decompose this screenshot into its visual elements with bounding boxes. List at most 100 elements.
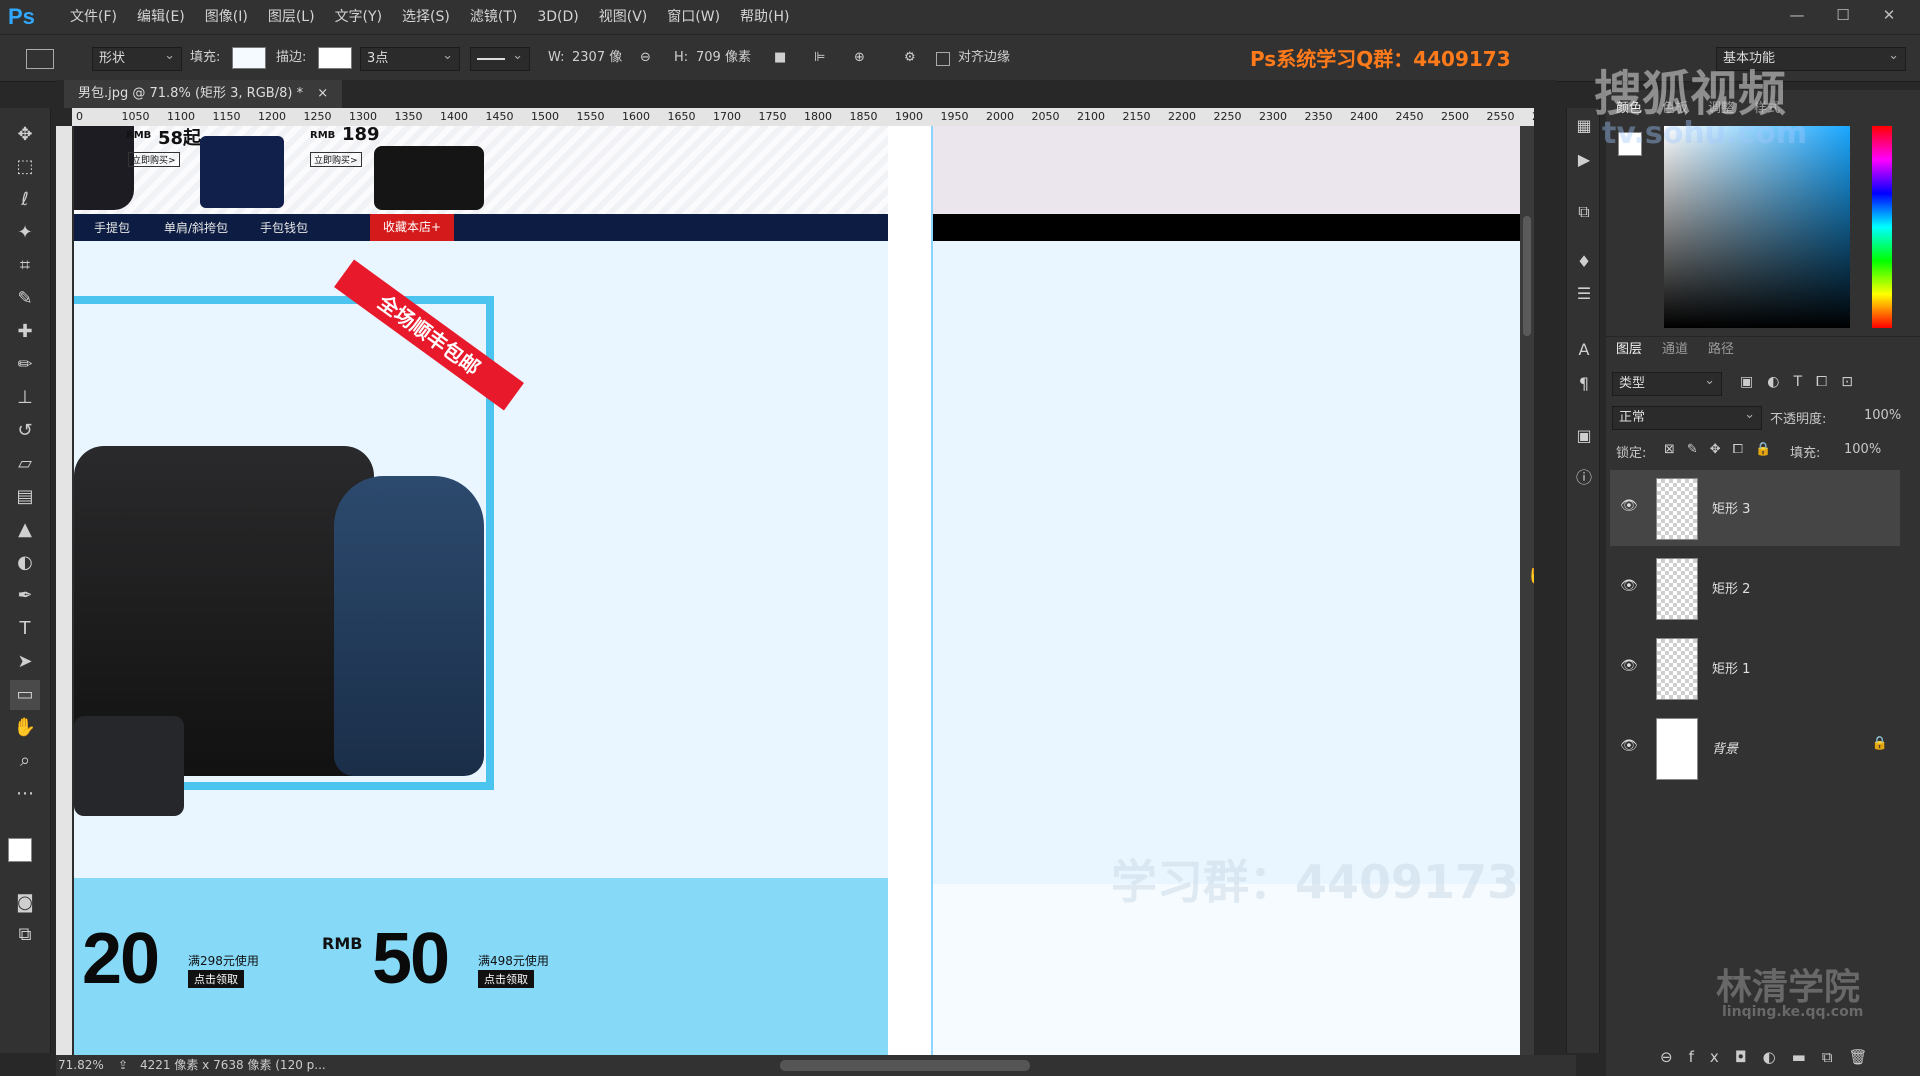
- character-panel-icon[interactable]: A: [1573, 340, 1595, 362]
- quick-mask-icon[interactable]: ◙: [10, 888, 40, 918]
- eyedropper-tool-icon[interactable]: ✎: [10, 284, 40, 314]
- tab-channels[interactable]: 通道: [1652, 337, 1698, 363]
- stroke-swatch[interactable]: [318, 47, 352, 69]
- magic-wand-tool-icon[interactable]: ✦: [10, 218, 40, 248]
- menu-type[interactable]: 文字(Y): [325, 0, 392, 34]
- menu-view[interactable]: 视图(V): [589, 0, 658, 34]
- menu-edit[interactable]: 编辑(E): [127, 0, 195, 34]
- close-tab-icon[interactable]: ×: [317, 86, 328, 101]
- path-operations-icon[interactable]: ■: [774, 47, 786, 69]
- align-edges-checkbox[interactable]: [936, 52, 950, 66]
- layer-name[interactable]: 矩形 1: [1712, 658, 1750, 677]
- layer-comps-icon[interactable]: ▣: [1573, 426, 1595, 448]
- path-arrangement-icon[interactable]: ⊕: [854, 47, 865, 69]
- share-icon[interactable]: ⇪: [118, 1055, 128, 1076]
- layer-row-rectangle-3[interactable]: 👁 矩形 3: [1610, 470, 1900, 546]
- more-tools-icon[interactable]: ⋯: [10, 779, 40, 809]
- menu-filter[interactable]: 滤镜(T): [460, 0, 527, 34]
- type-tool-icon[interactable]: T: [10, 614, 40, 644]
- stroke-style-select[interactable]: [470, 45, 530, 71]
- brush-presets-icon[interactable]: ♦: [1573, 252, 1595, 274]
- screen-mode-icon[interactable]: ⧉: [10, 920, 40, 950]
- zoom-level[interactable]: 71.82%: [58, 1055, 104, 1076]
- pen-tool-icon[interactable]: ✒: [10, 581, 40, 611]
- foreground-color-swatch[interactable]: [8, 838, 32, 862]
- canvas-area[interactable]: RMB 58起 立即购买> RMB 189 立即购买> 手提包 单肩/斜挎包 手…: [72, 126, 1534, 1055]
- visibility-eye-icon[interactable]: 👁: [1620, 498, 1638, 514]
- visibility-eye-icon[interactable]: 👁: [1620, 738, 1638, 754]
- stroke-size-select[interactable]: 3点: [360, 45, 460, 71]
- menu-layer[interactable]: 图层(L): [258, 0, 325, 34]
- layer-row-background[interactable]: 👁 背景 🔒: [1610, 710, 1900, 786]
- healing-brush-tool-icon[interactable]: ✚: [10, 317, 40, 347]
- vertical-scroll-thumb[interactable]: [1523, 216, 1531, 336]
- info-panel-icon[interactable]: ⓘ: [1573, 464, 1595, 487]
- brush-tool-icon[interactable]: ✏: [10, 350, 40, 380]
- dodge-tool-icon[interactable]: ◐: [10, 548, 40, 578]
- layer-filter-icons[interactable]: ▣◐T⧠⊡: [1740, 374, 1867, 390]
- layer-lock-icon[interactable]: 🔒: [1872, 736, 1888, 751]
- history-panel-icon[interactable]: ▦: [1573, 116, 1595, 138]
- visibility-eye-icon[interactable]: 👁: [1620, 578, 1638, 594]
- layer-name[interactable]: 背景: [1712, 738, 1738, 757]
- tab-paths[interactable]: 路径: [1698, 337, 1744, 363]
- path-selection-tool-icon[interactable]: ➤: [10, 647, 40, 677]
- history-brush-tool-icon[interactable]: ↺: [10, 416, 40, 446]
- link-icon[interactable]: ⊖: [640, 47, 651, 69]
- paragraph-panel-icon[interactable]: ¶: [1573, 374, 1595, 396]
- fill-swatch[interactable]: [232, 47, 266, 69]
- close-button[interactable]: ✕: [1866, 0, 1912, 34]
- layer-name[interactable]: 矩形 3: [1712, 498, 1750, 517]
- path-alignment-icon[interactable]: ⊫: [814, 47, 825, 69]
- opacity-input[interactable]: 100%: [1864, 408, 1901, 423]
- adjustments-icon[interactable]: ☰: [1573, 284, 1595, 306]
- clone-source-icon[interactable]: ⧉: [1573, 202, 1595, 224]
- vertical-scrollbar[interactable]: [1520, 126, 1534, 1055]
- fill-input[interactable]: 100%: [1844, 442, 1881, 457]
- horizontal-scroll-thumb[interactable]: [780, 1060, 1030, 1071]
- document-info[interactable]: 4221 像素 x 7638 像素 (120 p...: [140, 1055, 326, 1076]
- lock-icons[interactable]: ⊠✎✥⧠🔒: [1664, 442, 1783, 457]
- layer-name[interactable]: 矩形 2: [1712, 578, 1750, 597]
- eraser-tool-icon[interactable]: ▱: [10, 449, 40, 479]
- rectangle-tool-icon[interactable]: ▭: [10, 680, 40, 710]
- layer-action-icons[interactable]: ⊖fx◘◐▬⧉🗑: [1660, 1048, 1884, 1066]
- gear-icon[interactable]: ⚙: [904, 47, 916, 69]
- layer-row-rectangle-2[interactable]: 👁 矩形 2: [1610, 550, 1900, 626]
- menu-file[interactable]: 文件(F): [60, 0, 127, 34]
- menu-window[interactable]: 窗口(W): [657, 0, 730, 34]
- actions-play-icon[interactable]: ▶: [1573, 150, 1595, 172]
- move-tool-icon[interactable]: ✥: [10, 120, 40, 150]
- minimize-button[interactable]: —: [1774, 0, 1820, 34]
- maximize-button[interactable]: ☐: [1820, 0, 1866, 34]
- hue-slider[interactable]: [1872, 126, 1892, 328]
- visibility-eye-icon[interactable]: 👁: [1620, 658, 1638, 674]
- artboard-main[interactable]: RMB 58起 立即购买> RMB 189 立即购买> 手提包 单肩/斜挎包 手…: [74, 126, 888, 1055]
- blur-tool-icon[interactable]: ▲: [10, 515, 40, 545]
- zoom-tool-icon[interactable]: ⌕: [10, 746, 40, 776]
- tab-layers[interactable]: 图层: [1606, 337, 1652, 363]
- menu-help[interactable]: 帮助(H): [730, 0, 799, 34]
- stamp-tool-icon[interactable]: ⊥: [10, 383, 40, 413]
- color-field[interactable]: [1664, 126, 1850, 328]
- layer-row-rectangle-1[interactable]: 👁 矩形 1: [1610, 630, 1900, 706]
- menu-image[interactable]: 图像(I): [195, 0, 258, 34]
- crop-tool-icon[interactable]: ⌗: [10, 251, 40, 281]
- marquee-tool-icon[interactable]: ⬚: [10, 152, 40, 182]
- artboard-new-rectangle[interactable]: 学习群：4409173: [931, 126, 1534, 1055]
- layer-thumbnail: [1656, 718, 1698, 780]
- rectangle-3-top: [933, 126, 1534, 214]
- document-tab[interactable]: 男包.jpg @ 71.8% (矩形 3, RGB/8) * ×: [64, 80, 343, 108]
- hand-tool-icon[interactable]: ✋: [10, 713, 40, 743]
- lasso-tool-icon[interactable]: ℓ: [10, 185, 40, 215]
- menu-select[interactable]: 选择(S): [392, 0, 460, 34]
- rectangle-tool-preset-icon[interactable]: [26, 49, 54, 69]
- gradient-tool-icon[interactable]: ▤: [10, 482, 40, 512]
- layer-filter-select[interactable]: 类型: [1612, 370, 1722, 396]
- menu-3d[interactable]: 3D(D): [527, 0, 588, 34]
- width-input[interactable]: 2307 像: [572, 47, 622, 69]
- ruler-tick-label: 1350: [394, 110, 423, 123]
- tool-mode-select[interactable]: 形状: [92, 45, 182, 71]
- height-input[interactable]: 709 像素: [696, 47, 751, 69]
- blend-mode-select[interactable]: 正常: [1612, 404, 1762, 430]
